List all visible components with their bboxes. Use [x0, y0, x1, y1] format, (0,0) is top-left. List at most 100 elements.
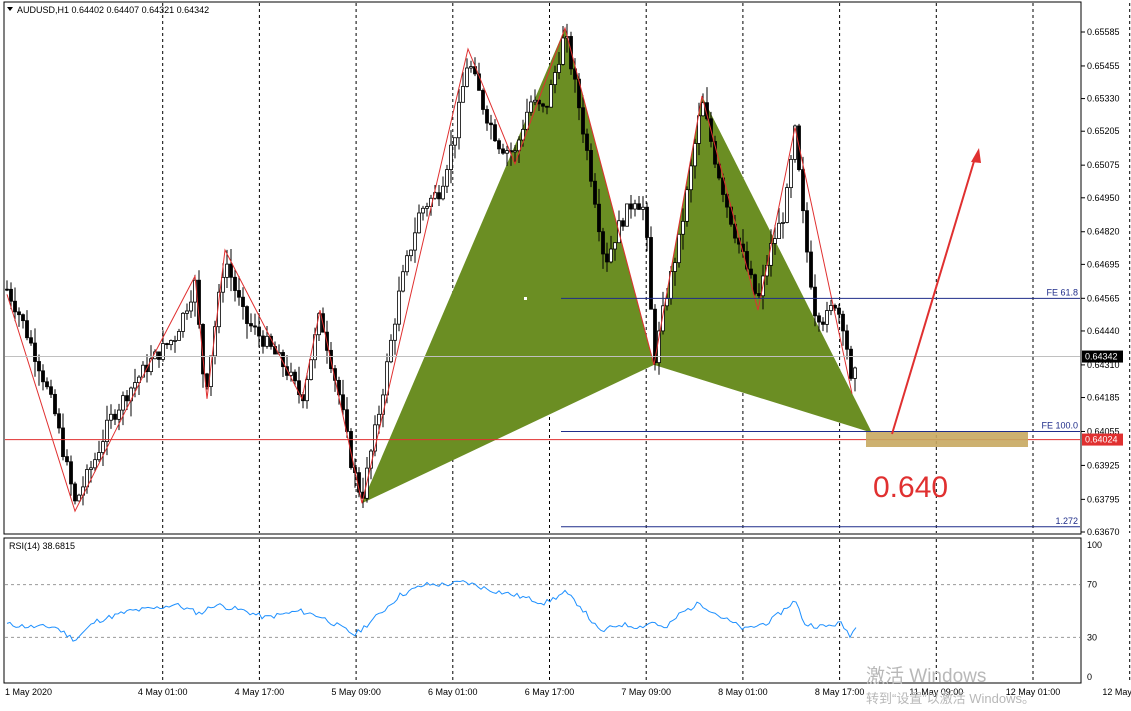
rsi-tick-label: 30: [1087, 632, 1097, 642]
candle-body: [685, 189, 689, 222]
time-tick-label: 5 May 09:00: [331, 687, 381, 697]
candle-body: [637, 203, 641, 210]
candle-body: [845, 330, 849, 350]
candle-body: [541, 103, 545, 107]
candle-body: [389, 339, 393, 363]
candle-body: [417, 212, 421, 234]
time-tick-label: 4 May 17:00: [235, 687, 285, 697]
candle-body: [493, 124, 497, 142]
candle-body: [13, 300, 17, 313]
candle-body: [545, 105, 549, 108]
rsi-tick-label: 70: [1087, 580, 1097, 590]
candle-body: [609, 248, 613, 263]
candle-body: [813, 286, 817, 317]
candle-body: [781, 222, 785, 224]
candle-body: [29, 337, 33, 344]
candle-body: [393, 323, 397, 341]
candle-body: [189, 301, 193, 312]
price-tick-label: 0.65075: [1087, 160, 1120, 170]
candle-body: [441, 185, 445, 200]
candle-body: [117, 409, 121, 420]
candle-body: [689, 165, 693, 191]
candle-body: [169, 340, 173, 346]
target-zone-box: [866, 432, 1028, 447]
price-tick-label: 0.65585: [1087, 27, 1120, 37]
candle-body: [853, 367, 857, 379]
candle-body: [681, 220, 685, 235]
candle-body: [613, 242, 617, 250]
candle-body: [469, 66, 473, 69]
candle-body: [757, 293, 761, 297]
candle-body: [497, 140, 501, 150]
candle-body: [257, 326, 261, 337]
candle-body: [753, 274, 757, 294]
candle-body: [449, 144, 453, 171]
candle-body: [501, 148, 505, 154]
candle-body: [505, 150, 509, 154]
candle-body: [57, 413, 61, 429]
price-tick-label: 0.65330: [1087, 94, 1120, 104]
candle-body: [561, 37, 565, 65]
candle-body: [225, 263, 229, 278]
candle-body: [181, 312, 185, 332]
candle-body: [253, 325, 257, 328]
candle-body: [49, 386, 53, 395]
price-tick-label: 0.64565: [1087, 293, 1120, 303]
rsi-line: [6, 580, 857, 642]
harmonic-pattern: [362, 28, 872, 504]
candle-body: [589, 150, 593, 182]
candle-body: [621, 220, 625, 227]
price-tick-label: 0.64820: [1087, 227, 1120, 237]
candle-body: [113, 413, 117, 420]
candle-body: [465, 67, 469, 87]
time-tick-label: 7 May 09:00: [621, 687, 671, 697]
level-price-text: 0.64024: [1085, 435, 1118, 445]
chart-menu-icon[interactable]: [7, 7, 13, 11]
candle-body: [377, 413, 381, 426]
candle-body: [785, 187, 789, 223]
time-tick-label: 6 May 01:00: [428, 687, 478, 697]
arrow-head-icon: [971, 148, 981, 163]
rsi-tick-label: 100: [1087, 540, 1102, 550]
rsi-tick-label: 0: [1087, 672, 1092, 682]
candle-body: [341, 394, 345, 411]
fib-level-label: FE 61.8: [1046, 287, 1078, 297]
candle-body: [489, 122, 493, 126]
time-tick-label: 4 May 01:00: [138, 687, 188, 697]
candle-body: [525, 111, 529, 130]
candle-body: [629, 203, 633, 210]
candle-body: [425, 206, 429, 209]
candle-body: [533, 99, 537, 103]
candle-body: [173, 340, 177, 342]
candle-body: [241, 296, 245, 307]
candle-body: [849, 348, 853, 379]
candle-body: [249, 323, 253, 327]
price-tick-label: 0.65205: [1087, 126, 1120, 136]
candle-body: [641, 206, 645, 210]
candle-body: [33, 342, 37, 362]
candle-body: [237, 290, 241, 298]
candle-body: [777, 222, 781, 239]
candle-body: [5, 288, 9, 291]
candle-body: [61, 427, 65, 458]
candle-body: [601, 231, 605, 255]
candle-body: [809, 251, 813, 288]
target-price-label: 0.640: [873, 471, 948, 504]
candle-body: [605, 253, 609, 263]
candle-body: [801, 169, 805, 212]
watermark-subtitle: 转到“设置”以激活 Windows。: [866, 691, 1035, 706]
candle-body: [233, 276, 237, 291]
candle-body: [673, 262, 677, 272]
candle-body: [41, 370, 45, 383]
candle-body: [109, 413, 113, 421]
chart-window[interactable]: FE 61.8 FE 100.0 1.272 0.65585 0.65455 0.653…: [0, 0, 1131, 706]
candle-body: [437, 192, 441, 200]
candle-body: [165, 343, 169, 346]
candle-body: [825, 310, 829, 325]
candle-body: [245, 306, 249, 324]
candle-body: [93, 459, 97, 469]
candle-body: [221, 276, 225, 293]
candle-body: [121, 395, 125, 411]
candle-body: [105, 419, 109, 443]
candle-body: [45, 381, 49, 388]
